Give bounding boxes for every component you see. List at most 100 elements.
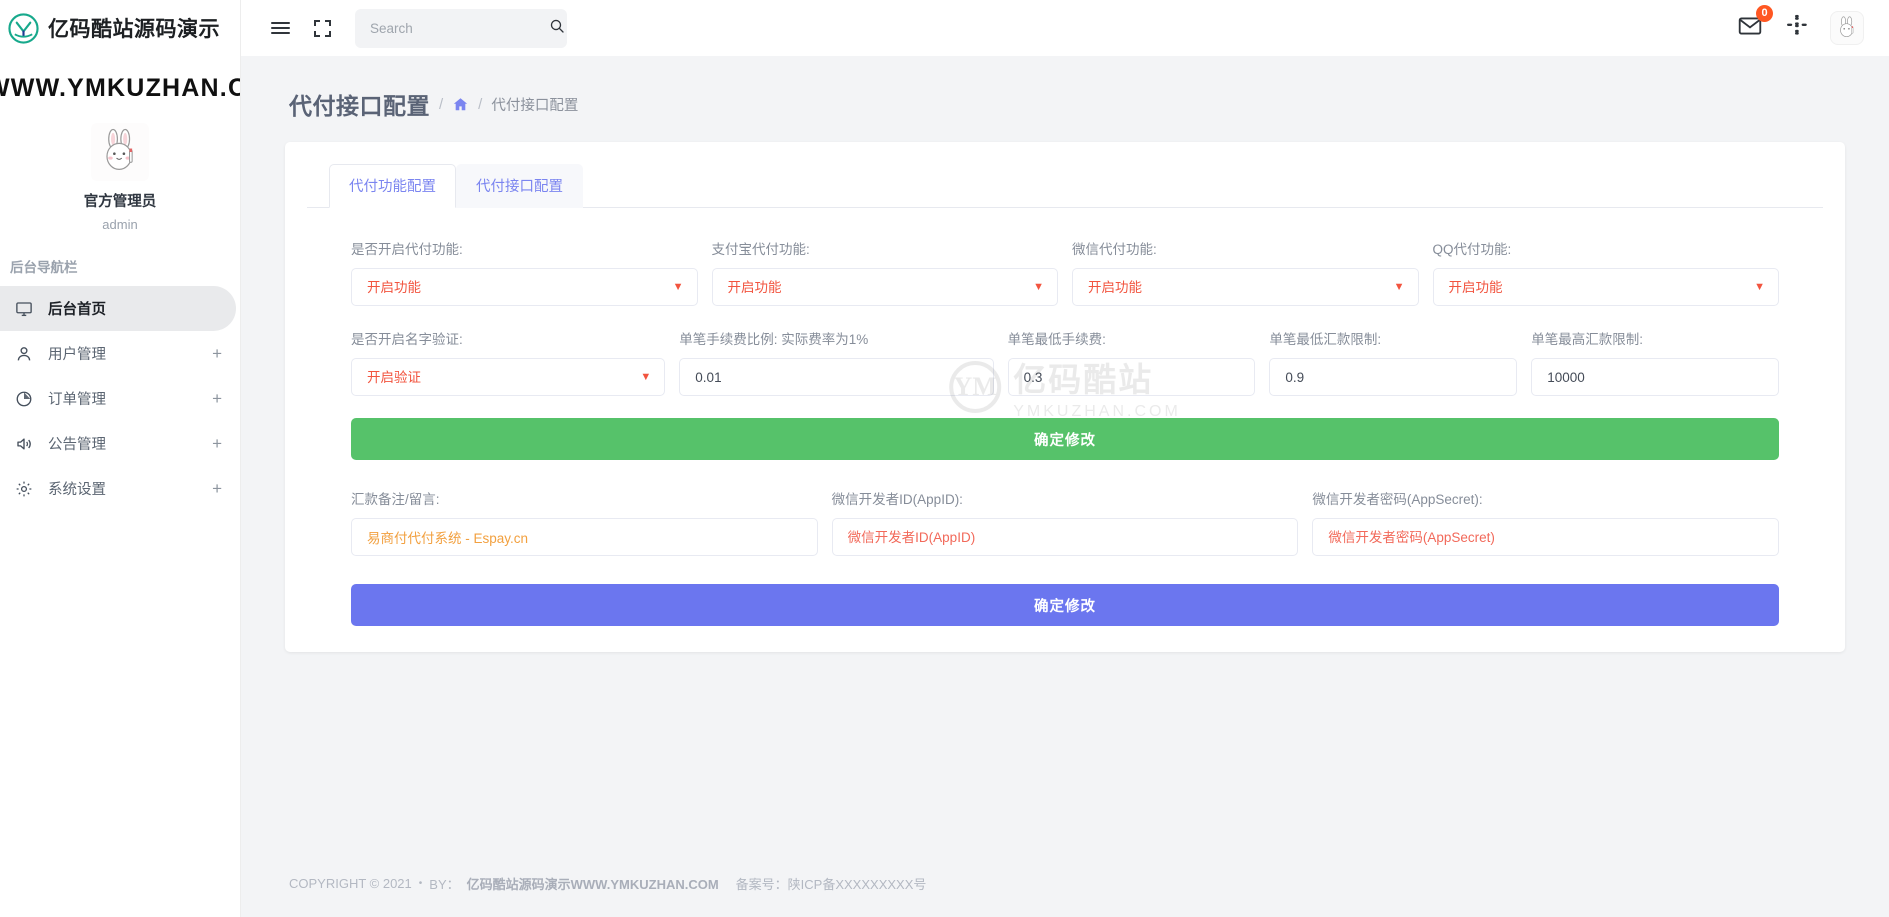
field-label: 单笔最低汇款限制: [1269, 332, 1382, 347]
pie-chart-icon [14, 389, 34, 409]
name-verify-select[interactable]: 开启验证 [351, 358, 666, 396]
gear-icon [14, 479, 34, 499]
select-wrapper: 开启验证 ▼ [351, 358, 666, 396]
page-header: 代付接口配置 / / 代付接口配置 [241, 56, 1889, 126]
field-label: 支付宝代付功能: [711, 242, 810, 257]
remit-note-input[interactable] [351, 518, 818, 556]
wechat-appid-input[interactable] [831, 518, 1299, 556]
field-label: 单笔最低手续费: [1007, 332, 1106, 347]
sidebar-item-label: 公告管理 [48, 437, 106, 453]
footer-by: BY： [429, 877, 460, 892]
wechat-daifu-select[interactable]: 开启功能 [1072, 268, 1419, 306]
footer-copyright: COPYRIGHT © 2021 [289, 876, 412, 891]
profile-username: admin [102, 217, 138, 232]
qq-daifu-select[interactable]: 开启功能 [1432, 268, 1779, 306]
sidebar-item-label: 后台首页 [48, 302, 106, 318]
submit-top-row: 确定修改 [351, 418, 1779, 488]
sidebar: 亿码酷站源码演示 WWW.YMKUZHAN.COM [0, 0, 240, 917]
field-label: QQ代付功能: [1432, 242, 1512, 257]
breadcrumb-current: 代付接口配置 [491, 97, 579, 114]
select-wrapper: 开启功能 ▼ [351, 268, 698, 306]
field-alipay-daifu: 支付宝代付功能: 开启功能 ▼ [711, 238, 1073, 328]
tab-function-config[interactable]: 代付功能配置 [329, 164, 456, 208]
sidebar-item-settings[interactable]: 系统设置 + [0, 466, 236, 511]
footer-icp: 备案号：陕ICP备XXXXXXXXX号 [735, 877, 927, 892]
field-max-remit: 单笔最高汇款限制: [1531, 328, 1780, 418]
field-enable-daifu: 是否开启代付功能: 开启功能 ▼ [351, 238, 712, 328]
topbar: 0 [241, 0, 1889, 56]
form-area: 是否开启代付功能: 开启功能 ▼ 支付宝代付功能: 开启功能 ▼ 微信代付功能:… [307, 208, 1823, 626]
search-box[interactable] [355, 8, 567, 48]
search-icon[interactable] [549, 18, 565, 39]
submit-function-config-button[interactable]: 确定修改 [351, 418, 1779, 460]
sidebar-item-label: 系统设置 [48, 482, 106, 498]
expand-plus-icon[interactable]: + [212, 480, 222, 497]
form-row-3: 汇款备注/留言: 微信开发者ID(AppID): 微信开发者密码(AppSecr… [351, 488, 1780, 578]
profile-name: 官方管理员 [83, 194, 157, 210]
alipay-daifu-select[interactable]: 开启功能 [711, 268, 1058, 306]
main-area: 0 [240, 0, 1889, 917]
search-input[interactable] [368, 19, 549, 37]
field-label: 微信代付功能: [1072, 242, 1157, 257]
field-wechat-daifu: 微信代付功能: 开启功能 ▼ [1072, 238, 1433, 328]
enable-daifu-select[interactable]: 开启功能 [351, 268, 698, 306]
field-label: 单笔最高汇款限制: [1531, 332, 1643, 347]
min-fee-input[interactable] [1007, 358, 1256, 396]
field-label: 是否开启名字验证: [351, 332, 463, 347]
submit-interface-config-button[interactable]: 确定修改 [351, 584, 1779, 626]
field-wechat-appid: 微信开发者ID(AppID): [831, 488, 1313, 578]
user-icon [14, 344, 34, 364]
config-card: 代付功能配置 代付接口配置 是否开启代付功能: 开启功能 ▼ 支付宝代付功能: … [285, 142, 1845, 652]
tab-bar: 代付功能配置 代付接口配置 [307, 164, 1823, 208]
expand-plus-icon[interactable]: + [212, 345, 222, 362]
field-qq-daifu: QQ代付功能: 开启功能 ▼ [1432, 238, 1779, 328]
hamburger-icon[interactable] [265, 13, 295, 43]
expand-plus-icon[interactable]: + [212, 435, 222, 452]
envelope-icon[interactable]: 0 [1737, 4, 1773, 44]
apps-grid-icon[interactable] [1785, 14, 1809, 43]
home-icon[interactable] [452, 96, 469, 113]
site-url-banner: WWW.YMKUZHAN.COM [0, 74, 240, 102]
rabbit-avatar[interactable] [91, 123, 149, 181]
sidebar-item-users[interactable]: 用户管理 + [0, 331, 236, 376]
field-label: 汇款备注/留言: [351, 492, 440, 507]
field-min-fee: 单笔最低手续费: [1007, 328, 1270, 418]
field-label: 单笔手续费比例: 实际费率为1% [679, 332, 869, 347]
select-wrapper: 开启功能 ▼ [1072, 268, 1419, 306]
submit-bottom-row: 确定修改 [351, 578, 1779, 626]
tab-interface-config[interactable]: 代付接口配置 [456, 164, 583, 208]
field-label: 微信开发者ID(AppID): [831, 492, 963, 507]
expand-plus-icon[interactable]: + [212, 390, 222, 407]
sidebar-item-orders[interactable]: 订单管理 + [0, 376, 236, 421]
field-wechat-appsecret: 微信开发者密码(AppSecret): [1312, 488, 1780, 578]
breadcrumb-separator: / [478, 95, 483, 113]
sidebar-item-dashboard[interactable]: 后台首页 [0, 286, 236, 331]
mail-badge: 0 [1756, 4, 1773, 22]
field-name-verify: 是否开启名字验证: 开启验证 ▼ [351, 328, 679, 418]
field-fee-rate: 单笔手续费比例: 实际费率为1% [679, 328, 1007, 418]
yima-logo-icon [8, 12, 39, 44]
topbar-actions: 0 [1737, 4, 1863, 44]
footer: COPYRIGHT © 2021 • BY： 亿码酷站源码演示WWW.YMKUZ… [241, 874, 1889, 917]
brand[interactable]: 亿码酷站源码演示 [0, 0, 240, 56]
field-label: 是否开启代付功能: [351, 242, 463, 257]
brand-title: 亿码酷站源码演示 [48, 18, 220, 41]
min-remit-input[interactable] [1269, 358, 1518, 396]
form-row-2: 是否开启名字验证: 开启验证 ▼ 单笔手续费比例: 实际费率为1% 0.01 单… [351, 328, 1780, 418]
select-wrapper: 开启功能 ▼ [1432, 268, 1779, 306]
nav-heading: 后台导航栏 [10, 260, 78, 275]
footer-dot: • [418, 878, 423, 889]
fullscreen-icon[interactable] [307, 13, 337, 43]
field-remit-note: 汇款备注/留言: [351, 488, 832, 578]
max-remit-input[interactable] [1531, 358, 1780, 396]
monitor-icon [14, 299, 34, 319]
field-label: 微信开发者密码(AppSecret): [1312, 492, 1483, 507]
footer-site: 亿码酷站源码演示WWW.YMKUZHAN.COM [466, 877, 719, 892]
wechat-appsecret-input[interactable] [1312, 518, 1780, 556]
avatar[interactable] [1831, 12, 1863, 44]
fee-rate-input[interactable] [679, 358, 994, 396]
sidebar-item-announcements[interactable]: 公告管理 + [0, 421, 236, 466]
form-row-1: 是否开启代付功能: 开启功能 ▼ 支付宝代付功能: 开启功能 ▼ 微信代付功能:… [351, 238, 1779, 328]
breadcrumb-separator: / [439, 95, 444, 113]
sidebar-item-label: 用户管理 [48, 347, 106, 363]
